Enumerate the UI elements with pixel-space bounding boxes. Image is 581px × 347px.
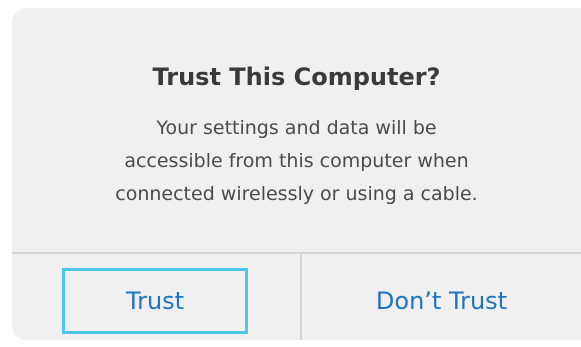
trust-dialog: Trust This Computer? Your settings and d… [12,8,581,340]
dialog-message-line: accessible from this computer when [124,150,469,172]
dialog-message: Your settings and data will be accessibl… [12,112,581,211]
horizontal-divider [12,252,581,254]
dont-trust-button[interactable]: Don’t Trust [302,268,581,334]
trust-button[interactable]: Trust [62,268,248,334]
dialog-message-line: Your settings and data will be [156,117,437,139]
dialog-message-line: connected wirelessly or using a cable. [115,183,478,205]
dialog-title: Trust This Computer? [152,63,441,91]
